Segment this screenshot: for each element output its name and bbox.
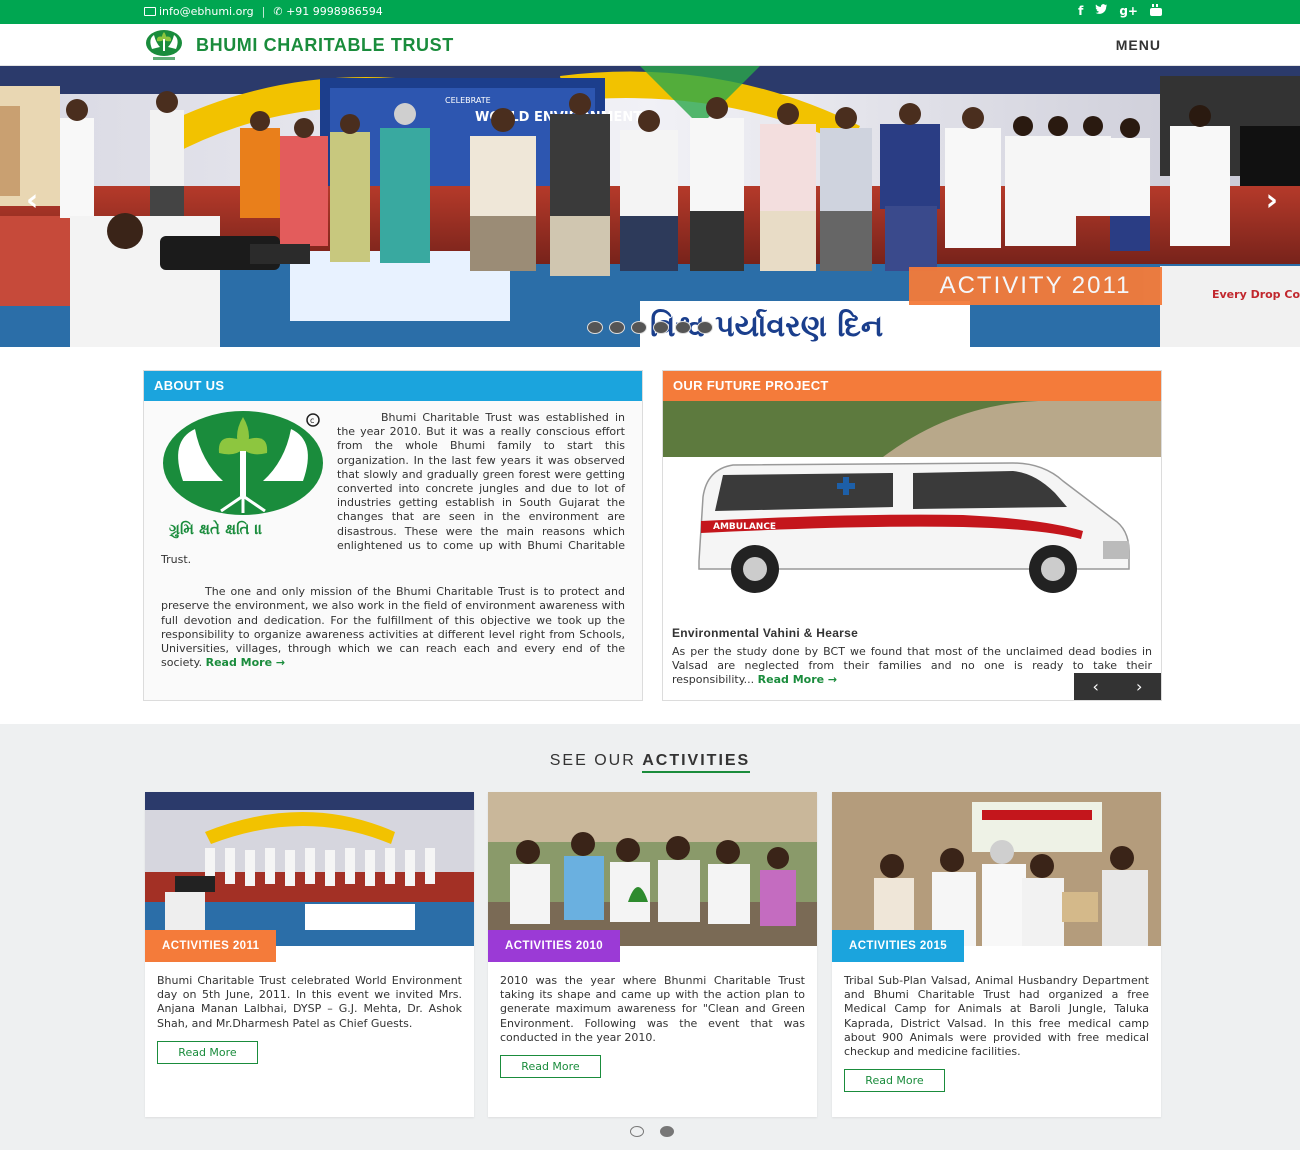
about-paragraph-2: The one and only mission of the Bhumi Ch… [161,585,625,670]
activity-photo-2015 [832,792,1161,946]
activity-card-2015: ACTIVITIES 2015 Tribal Sub-Plan Valsad, … [832,792,1161,1117]
project-read-more-link[interactable]: Read More → [758,673,838,686]
hero-pagination [587,321,713,334]
contact-info: info@ebhumi.org | ✆ +91 9998986594 [144,5,383,18]
contact-separator: | [261,5,266,18]
bhumi-logo-icon[interactable] [142,29,186,62]
email-link[interactable]: info@ebhumi.org [144,5,254,18]
activities-section: SEE OUR ACTIVITIES ACTIVITIES 2011 Bhumi… [0,724,1300,1150]
hero-dot-2[interactable] [609,321,625,334]
email-text: info@ebhumi.org [159,5,254,18]
social-links: f g+ [1078,4,1162,19]
phone-icon: ✆ [273,5,287,18]
activities-heading-bold: ACTIVITIES [642,752,751,773]
menu-button[interactable]: MENU [1116,37,1161,53]
bhumi-emblem-logo: ગ્રુમિ ક્ષતે ક્ષતિ ॥ c [163,411,323,539]
activities-pagination [630,1126,674,1137]
envelope-icon [144,7,156,16]
activities-dot-1[interactable] [630,1126,644,1137]
hero-dot-3[interactable] [631,321,647,334]
activities-heading-light: SEE OUR [549,752,643,769]
activity-photo-2010 [488,792,817,946]
hero-dot-1[interactable] [587,321,603,334]
activity-tag-2015: ACTIVITIES 2015 [832,930,965,962]
hero-caption: ACTIVITY 2011 [909,267,1162,305]
phone-link[interactable]: ✆ +91 9998986594 [273,5,382,18]
activity-photo-2011 [145,792,474,946]
ambulance-label: AMBULANCE [713,522,776,532]
project-next-icon[interactable]: › [1136,677,1142,696]
about-read-more-link[interactable]: Read More → [206,656,286,669]
youtube-icon[interactable] [1150,4,1162,19]
hero-dot-6[interactable] [697,321,713,334]
project-title: Environmental Vahini & Hearse [672,626,859,640]
top-bar: info@ebhumi.org | ✆ +91 9998986594 f g+ [0,0,1300,24]
about-panel: ABOUT US ગ્રુમિ ક્ષતે ક્ષતિ ॥ c Bhumi Ch… [143,370,643,701]
activity-text-2015: Tribal Sub-Plan Valsad, Animal Husbandry… [844,974,1149,1059]
google-plus-icon[interactable]: g+ [1119,4,1138,19]
activity-read-more-2010[interactable]: Read More [500,1055,601,1079]
activities-dot-2[interactable] [660,1126,674,1137]
about-body: ગ્રુમિ ક્ષતે ક્ષતિ ॥ c Bhumi Charitable … [144,401,642,670]
svg-text:c: c [310,416,314,425]
hero-prev-arrow[interactable]: ‹ [26,186,38,216]
activity-tag-2011: ACTIVITIES 2011 [145,930,277,962]
activity-read-more-2015[interactable]: Read More [844,1069,945,1093]
brand-name[interactable]: BHUMI CHARITABLE TRUST [196,35,454,56]
hero-slider: CELEBRATE WORLD ENVIRONMENT વિશ્વ પર્યાવ… [0,66,1300,347]
about-heading: ABOUT US [144,371,642,401]
activity-read-more-2011[interactable]: Read More [157,1040,258,1064]
ambulance-image: AMBULANCE [663,401,1161,620]
project-prev-icon[interactable]: ‹ [1093,677,1099,696]
hero-dot-5[interactable] [675,321,691,334]
future-project-panel: OUR FUTURE PROJECT AMBULANCE Environment… [662,370,1162,701]
activity-tag-2010: ACTIVITIES 2010 [488,930,621,962]
site-header: BHUMI CHARITABLE TRUST MENU [0,24,1300,66]
project-heading: OUR FUTURE PROJECT [663,371,1161,401]
activity-card-2010: ACTIVITIES 2010 2010 was the year where … [488,792,817,1117]
project-carousel-nav: ‹ › [1074,673,1161,700]
activities-heading: SEE OUR ACTIVITIES [0,752,1300,773]
hero-side-text: Every Drop Counts [1212,288,1300,301]
facebook-icon[interactable]: f [1078,4,1083,19]
hero-dot-4[interactable] [653,321,669,334]
hero-next-arrow[interactable]: › [1266,186,1278,216]
svg-text:ગ્રુમિ ક્ષતે ક્ષતિ ॥: ગ્રુમિ ક્ષતે ક્ષતિ ॥ [169,519,263,539]
phone-text: +91 9998986594 [286,5,383,18]
twitter-icon[interactable] [1095,4,1108,19]
hero-banner-small: CELEBRATE [445,96,491,105]
activity-card-2011: ACTIVITIES 2011 Bhumi Charitable Trust c… [145,792,474,1117]
